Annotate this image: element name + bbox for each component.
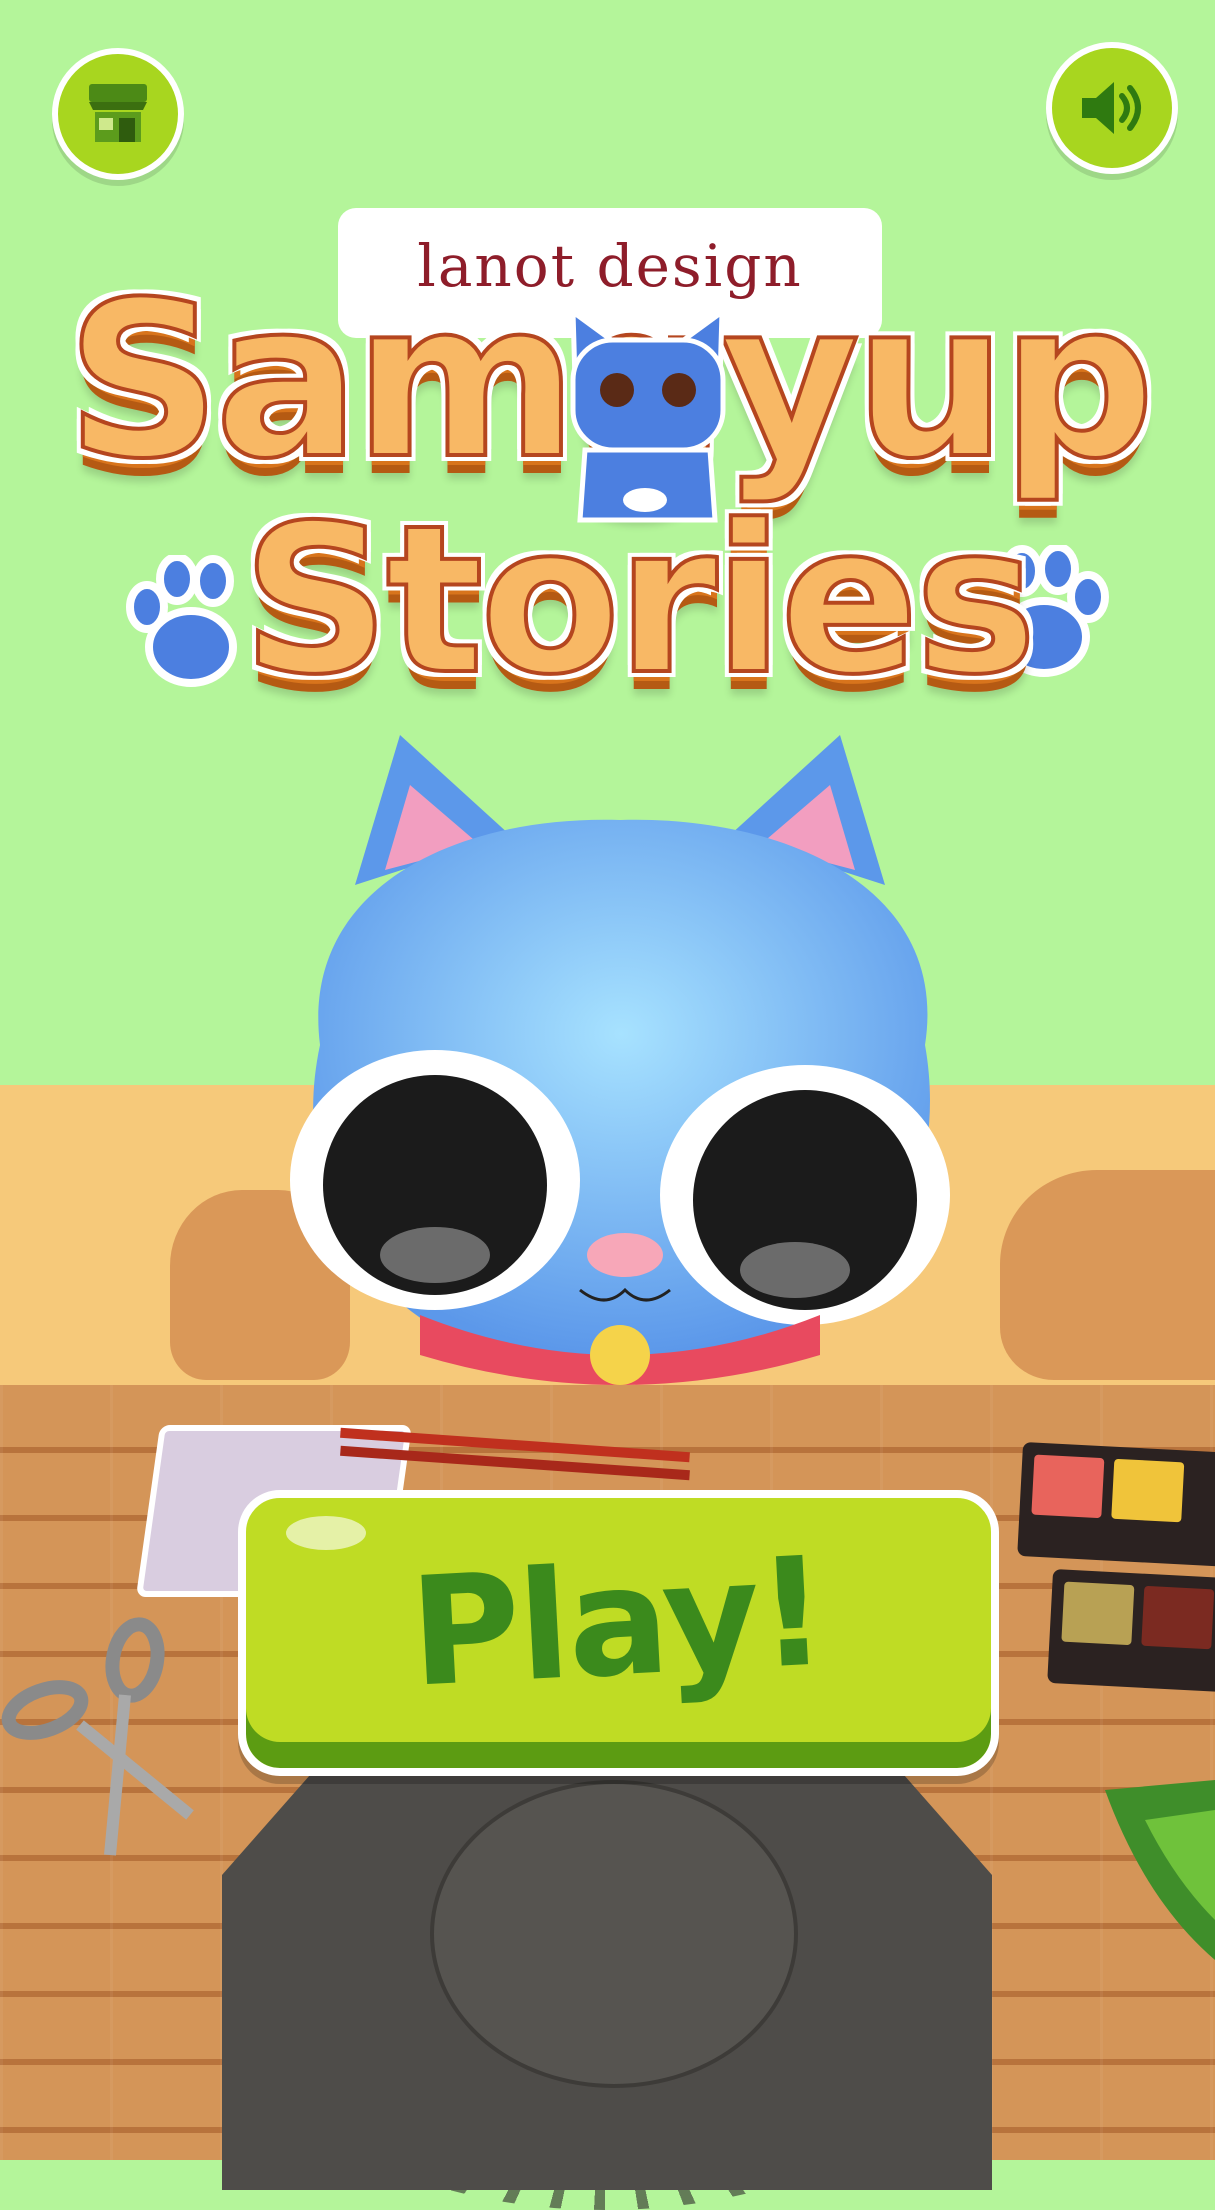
sauce-tray bbox=[1047, 1568, 1215, 1696]
speaker-icon bbox=[1082, 82, 1141, 134]
sauce-tray bbox=[1017, 1441, 1215, 1569]
play-button[interactable]: Play! bbox=[238, 1490, 999, 1776]
scissors-icon bbox=[1, 1617, 194, 1856]
play-button-label: Play! bbox=[406, 1525, 830, 1721]
shop-button[interactable] bbox=[52, 48, 184, 180]
shop-icon bbox=[89, 84, 147, 142]
cat-character bbox=[290, 735, 950, 1385]
button-shine bbox=[286, 1516, 366, 1550]
grill-center bbox=[430, 1780, 798, 2088]
sound-button[interactable] bbox=[1046, 42, 1178, 174]
logo-cat-icon bbox=[570, 310, 726, 523]
shadow-right bbox=[1000, 1170, 1215, 1380]
lettuce-garnish bbox=[1105, 1780, 1215, 1960]
